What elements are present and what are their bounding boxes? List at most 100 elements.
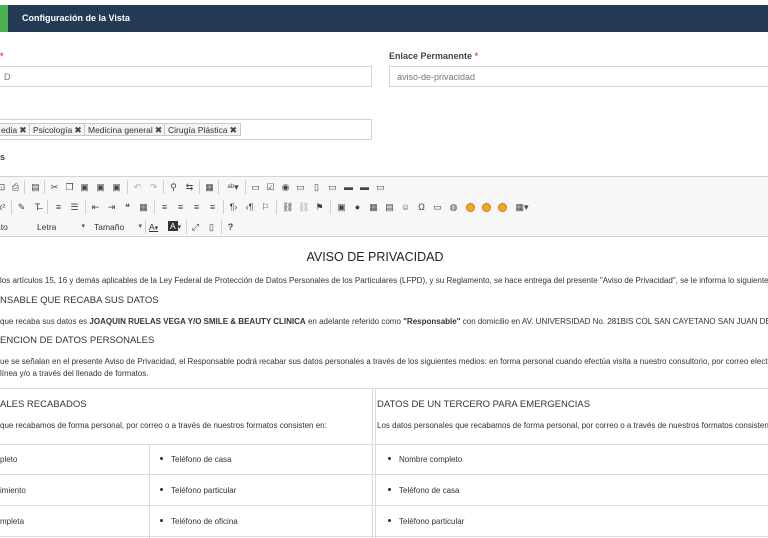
undo-icon[interactable]: ↶ [132,181,143,193]
tag-chip: Cirugía Plástica ✖ [164,123,242,136]
horizontal-line-icon[interactable]: ▤ [384,201,395,213]
paste-icon[interactable]: ▣ [79,181,90,193]
emoji-icon[interactable] [466,203,475,212]
outdent-icon[interactable]: ⇤ [90,201,101,213]
align-center-icon[interactable]: ≡ [175,201,186,213]
size-combo[interactable]: Tamaño ▾ [94,222,142,232]
tag-chip: Medicina general ✖ [84,123,167,136]
align-right-icon[interactable]: ≡ [191,201,202,213]
justify-icon[interactable]: ≡ [207,201,218,213]
checkbox-icon[interactable]: ☑ [265,181,276,193]
format-combo[interactable]: ato [0,222,22,232]
image-button-icon[interactable]: ▬ [359,181,370,193]
spellcheck-icon[interactable]: ᵃᵇ▾ [224,181,242,193]
paste-word-icon[interactable]: ▣ [111,181,122,193]
emoji-icon[interactable] [482,203,491,212]
title-field[interactable]: D [0,66,372,87]
table-heading: ALES RECABADOS [0,399,87,410]
section-title: Configuración de la Vista [22,13,130,23]
align-left-icon[interactable]: ≡ [159,201,170,213]
bg-color-button[interactable]: A ▾ [168,221,184,231]
superscript-icon[interactable]: x² [0,201,7,213]
cell-text: Teléfono particular [399,517,465,526]
chevron-down-icon: ▾ [138,223,142,230]
replace-icon[interactable]: ⇆ [184,181,195,193]
show-blocks-icon[interactable]: ▯ [206,221,217,233]
permalink-label: Enlace Permanente * [389,51,478,61]
table-icon[interactable]: ▦ [368,201,379,213]
textfield-icon[interactable]: ▭ [295,181,306,193]
permalink-field[interactable]: aviso-de-privacidad [389,66,768,87]
bg-color-label: A [168,221,178,231]
rtl-icon[interactable]: ‹¶ [244,201,255,213]
copy-format-icon[interactable]: ✎ [16,201,27,213]
smiley-icon[interactable]: ☺ [400,201,411,213]
categories-tag-input[interactable]: edia ✖ Psicología ✖ Medicina general ✖ Ciru… [0,119,372,140]
find-icon[interactable]: ⚲ [168,181,179,193]
ltr-icon[interactable]: ¶› [228,201,239,213]
flash-icon[interactable]: ● [352,201,363,213]
select-icon[interactable]: ▭ [327,181,338,193]
more-emoji-icon[interactable]: ▦▾ [513,201,531,213]
collection-paragraph-line: línea y/o a través del llenado de format… [0,369,149,378]
collection-paragraph-line: ue se señalan en el presente Aviso de Pr… [0,357,768,366]
radio-icon[interactable]: ◉ [280,181,291,193]
cell-text: Teléfono de casa [399,486,460,495]
bulleted-list-icon[interactable]: ☰ [69,201,80,213]
unlink-icon[interactable]: ⛓ [298,201,309,213]
bullet-icon [160,488,163,492]
paste-text-icon[interactable]: ▣ [95,181,106,193]
emoji-icon[interactable] [498,203,507,212]
table-cell: Nombre completo [388,455,462,464]
editor-toolbar: ⊡ ⎙ ▤ ✂ ❐ ▣ ▣ ▣ ↶ ↷ ⚲ ⇆ ▦ ᵃᵇ▾ ▭ ☑ ◉ ▭ ▯ … [0,176,768,237]
link-icon[interactable]: ⛓ [282,201,293,213]
tag-chip: Psicología ✖ [29,123,86,136]
help-icon[interactable]: ? [225,221,236,233]
font-combo[interactable]: Letra ▾ [37,222,85,232]
size-combo-label: Tamaño [94,222,125,232]
tag-chip: edia ✖ [0,123,31,136]
preview-icon[interactable]: ⊡ [0,181,7,193]
bullet-icon [160,457,163,461]
section-accent [0,5,8,32]
image-icon[interactable]: ▣ [336,201,347,213]
remove-tag-icon[interactable]: ✖ [19,125,27,135]
text-run: con domicilio en AV. UNIVERSIDAD No. 281… [460,317,768,326]
special-char-icon[interactable]: Ω [416,201,427,213]
redo-icon[interactable]: ↷ [148,181,159,193]
section-header: Configuración de la Vista [0,5,768,32]
remove-tag-icon[interactable]: ✖ [74,125,82,135]
language-icon[interactable]: ⚐ [260,201,271,213]
print-icon[interactable]: ⎙ [10,181,21,193]
numbered-list-icon[interactable]: ≡ [53,201,64,213]
maximize-icon[interactable]: ⤢ [190,221,201,233]
responsible-term: "Responsable" [403,317,461,326]
cut-icon[interactable]: ✂ [49,181,60,193]
form-icon[interactable]: ▭ [250,181,261,193]
editor-content[interactable]: AVISO DE PRIVACIDAD los artículos 15, 16… [0,238,768,538]
anchor-icon[interactable]: ⚑ [314,201,325,213]
blockquote-icon[interactable]: ❝ [122,201,133,213]
textarea-icon[interactable]: ▯ [311,181,322,193]
table-subtext: que recabamos de forma personal, por cor… [0,421,327,430]
iframe-icon[interactable]: ◍ [448,201,459,213]
intro-paragraph: los artículos 15, 16 y demás aplicables … [0,276,768,285]
remove-tag-icon[interactable]: ✖ [230,125,238,135]
indent-icon[interactable]: ⇥ [106,201,117,213]
page-break-icon[interactable]: ▭ [432,201,443,213]
responsible-name: JOAQUIN RUELAS VEGA Y/O SMILE & BEAUTY C… [89,317,306,326]
section-heading: ENCION DE DATOS PERSONALES [0,335,155,346]
remove-tag-icon[interactable]: ✖ [155,125,163,135]
text-run: que recaba sus datos es [0,317,90,326]
remove-format-icon[interactable]: T̶ [32,201,43,213]
text-run: en adelante referido como [305,317,404,326]
div-container-icon[interactable]: ▦ [138,201,149,213]
hidden-field-icon[interactable]: ▭ [375,181,386,193]
copy-icon[interactable]: ❐ [64,181,75,193]
font-combo-label: Letra [37,222,57,232]
templates-icon[interactable]: ▤ [30,181,41,193]
chevron-down-icon: ▾ [177,224,182,231]
text-color-button[interactable]: A▾ [149,222,165,232]
button-icon[interactable]: ▬ [343,181,354,193]
select-all-icon[interactable]: ▦ [204,181,215,193]
